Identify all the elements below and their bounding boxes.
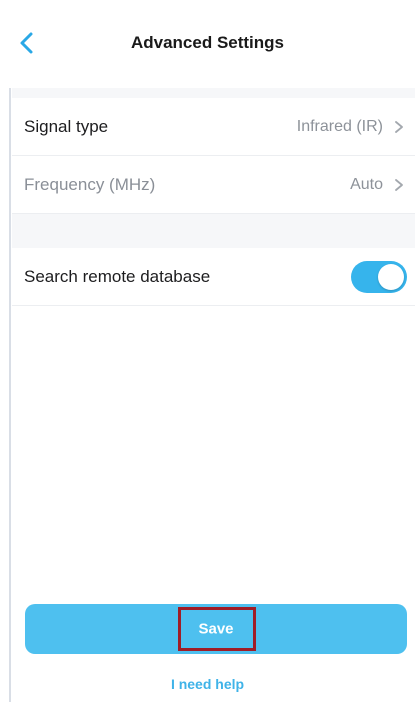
section-divider — [12, 214, 415, 248]
save-label: Save — [198, 620, 234, 638]
help-link[interactable]: I need help — [0, 676, 415, 692]
search-remote-row: Search remote database — [12, 248, 415, 306]
page-title: Advanced Settings — [130, 33, 285, 52]
chevron-right-icon — [395, 120, 403, 133]
search-remote-toggle[interactable] — [351, 260, 407, 293]
signal-type-label: Signal type — [24, 116, 109, 136]
frequency-label: Frequency (MHz) — [24, 174, 156, 194]
frequency-row[interactable]: Frequency (MHz) Auto — [12, 156, 415, 214]
save-button[interactable]: Save — [25, 604, 407, 654]
signal-type-row[interactable]: Signal type Infrared (IR) — [12, 98, 415, 156]
section-divider — [12, 88, 415, 98]
frequency-value: Auto — [350, 175, 383, 193]
header-bar: Advanced Settings — [0, 0, 415, 88]
chevron-right-icon — [395, 178, 403, 191]
signal-type-value: Infrared (IR) — [296, 117, 383, 135]
window-edge — [9, 0, 11, 702]
search-remote-label: Search remote database — [24, 266, 211, 286]
toggle-knob — [378, 263, 404, 290]
